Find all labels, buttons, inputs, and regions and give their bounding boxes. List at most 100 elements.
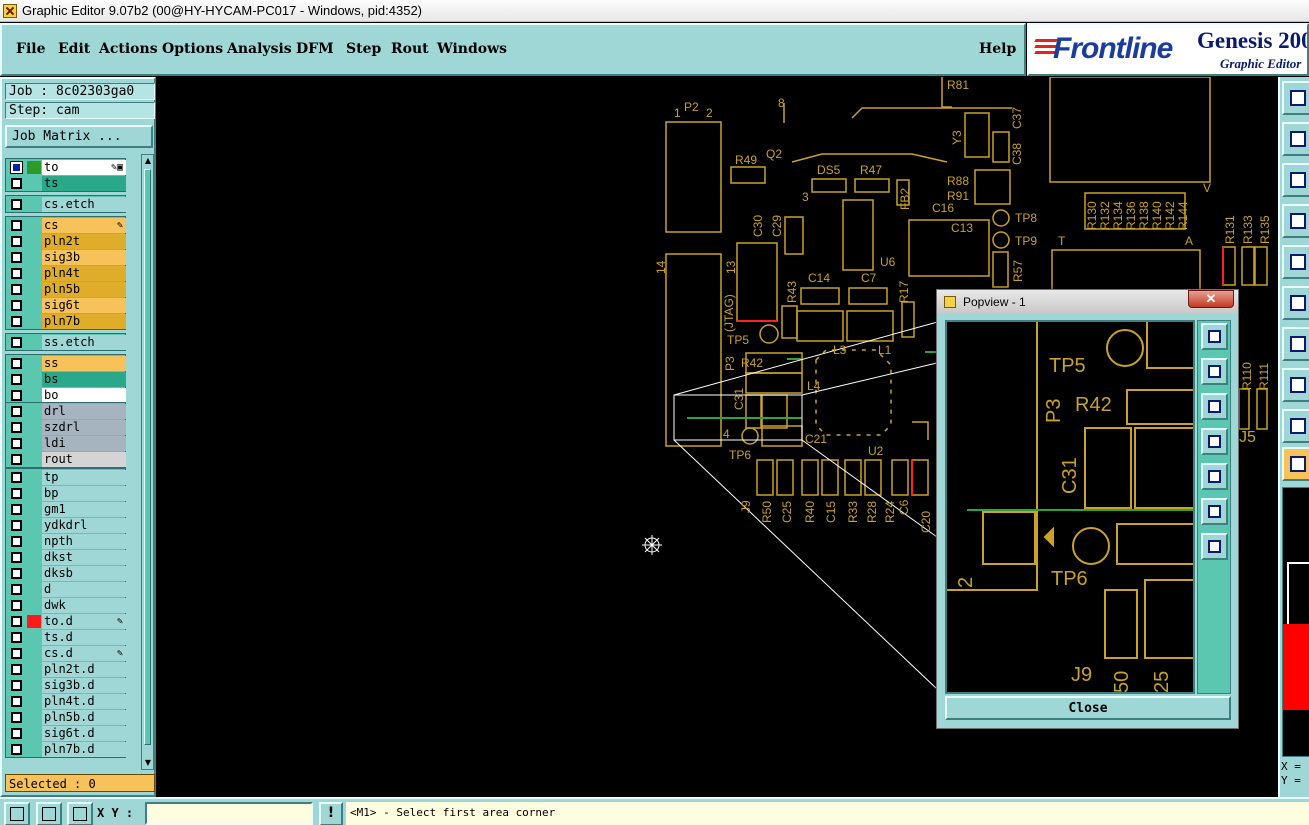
layer-checkbox[interactable]: [11, 422, 22, 433]
layer-name[interactable]: pln7b: [42, 314, 126, 329]
layer-name[interactable]: drl: [42, 404, 126, 419]
layer-checkbox[interactable]: [11, 728, 22, 739]
layer-name[interactable]: to ✎▣: [42, 160, 126, 175]
measure-icon[interactable]: [1282, 327, 1309, 361]
menu-dfm[interactable]: DFM: [296, 41, 334, 57]
layer-row[interactable]: to.d ✎: [6, 614, 127, 629]
layer-name[interactable]: pln7b.d: [42, 742, 126, 757]
layer-name[interactable]: dksb: [42, 566, 126, 581]
layer-row[interactable]: dwk: [6, 598, 127, 613]
layer-name[interactable]: bp: [42, 486, 126, 501]
menu-file[interactable]: File: [16, 41, 45, 57]
popview-pan-up-icon[interactable]: [1201, 358, 1228, 385]
scroll-thumb[interactable]: [144, 169, 151, 745]
layer-row[interactable]: bs: [6, 372, 127, 387]
xy-input[interactable]: [145, 802, 313, 825]
layer-checkbox[interactable]: [10, 161, 23, 174]
layer-row[interactable]: bp: [6, 486, 127, 501]
layer-row[interactable]: sig3b.d: [6, 678, 127, 693]
layer-checkbox[interactable]: [11, 390, 22, 401]
layer-name[interactable]: ts.d: [42, 630, 126, 645]
layer-checkbox[interactable]: [11, 406, 22, 417]
layer-row[interactable]: pln7b.d: [6, 742, 127, 757]
layer-name[interactable]: pln2t.d: [42, 662, 126, 677]
layer-name[interactable]: rout: [42, 452, 126, 467]
layer-name[interactable]: sig3b: [42, 250, 126, 265]
layer-row[interactable]: cs ✎: [6, 218, 127, 233]
layer-row[interactable]: to ✎▣: [6, 160, 127, 175]
layer-row[interactable]: d: [6, 582, 127, 597]
popview-fit-icon[interactable]: [1201, 323, 1228, 350]
layer-checkbox[interactable]: [11, 236, 22, 247]
layer-name[interactable]: pln4t: [42, 266, 126, 281]
layer-name[interactable]: cs ✎: [42, 218, 126, 233]
layer-row[interactable]: bo: [6, 388, 127, 403]
layer-name[interactable]: pln5b: [42, 282, 126, 297]
layer-checkbox[interactable]: [11, 454, 22, 465]
layer-row[interactable]: tp: [6, 470, 127, 485]
feature-select-icon[interactable]: [1282, 368, 1309, 402]
layer-row[interactable]: sig3b: [6, 250, 127, 265]
layer-name[interactable]: bo: [42, 388, 126, 403]
layer-checkbox[interactable]: [11, 438, 22, 449]
layer-name[interactable]: ss: [42, 356, 126, 371]
popview-pan-left-icon[interactable]: [1201, 428, 1228, 455]
layer-row[interactable]: npth: [6, 534, 127, 549]
layer-checkbox[interactable]: [11, 696, 22, 707]
popview-close-button[interactable]: Close: [945, 696, 1231, 720]
warning-button[interactable]: !: [319, 802, 343, 825]
layer-checkbox[interactable]: [11, 680, 22, 691]
layer-checkbox[interactable]: [11, 220, 22, 231]
layer-checkbox[interactable]: [11, 252, 22, 263]
layer-row[interactable]: szdrl: [6, 420, 127, 435]
menu-help[interactable]: Help: [979, 41, 1016, 57]
layer-row[interactable]: ts.d: [6, 630, 127, 645]
layer-checkbox[interactable]: [11, 178, 22, 189]
layer-name[interactable]: ts: [42, 176, 126, 191]
popview-close-icon[interactable]: ✕: [1188, 290, 1234, 308]
layer-row[interactable]: pln2t: [6, 234, 127, 249]
layer-name[interactable]: sig3b.d: [42, 678, 126, 693]
layer-checkbox[interactable]: [11, 616, 22, 627]
layer-row[interactable]: pln5b.d: [6, 710, 127, 725]
scroll-down-icon[interactable]: ▼: [143, 757, 153, 769]
layer-row[interactable]: sig6t.d: [6, 726, 127, 741]
popview-zoom-in-icon[interactable]: [1201, 498, 1228, 525]
layer-checkbox[interactable]: [11, 600, 22, 611]
layer-name[interactable]: sig6t.d: [42, 726, 126, 741]
menu-windows[interactable]: Windows: [437, 41, 507, 57]
layer-checkbox[interactable]: [11, 316, 22, 327]
layer-row[interactable]: drl: [6, 404, 127, 419]
layer-checkbox[interactable]: [11, 300, 22, 311]
layer-checkbox[interactable]: [11, 472, 22, 483]
layer-name[interactable]: dkst: [42, 550, 126, 565]
layer-row[interactable]: sig6t: [6, 298, 127, 313]
layer-checkbox[interactable]: [11, 520, 22, 531]
layer-name[interactable]: gm1: [42, 502, 126, 517]
menu-options[interactable]: Options: [162, 41, 223, 57]
layer-name[interactable]: cs.etch: [42, 197, 126, 212]
layer-row[interactable]: ts: [6, 176, 127, 191]
layer-list-scrollbar[interactable]: ▲ ▼: [141, 154, 154, 770]
layer-name[interactable]: cs.d ✎: [42, 646, 126, 661]
menu-step[interactable]: Step: [346, 41, 381, 57]
pointer-icon[interactable]: [1282, 447, 1309, 481]
popview-zoom-view[interactable]: TP5 P3 R42 C31 2 TP6 J9 50 25: [945, 320, 1195, 694]
layer-row[interactable]: gm1: [6, 502, 127, 517]
zoom-window-icon[interactable]: [1282, 122, 1309, 156]
layer-checkbox[interactable]: [11, 536, 22, 547]
layer-name[interactable]: bs: [42, 372, 126, 387]
layer-checkbox[interactable]: [11, 568, 22, 579]
popview-pan-right-icon[interactable]: [1201, 463, 1228, 490]
layer-checkbox[interactable]: [11, 744, 22, 755]
layer-row[interactable]: pln4t: [6, 266, 127, 281]
layer-row[interactable]: ydkdrl: [6, 518, 127, 533]
net-icon[interactable]: [1282, 286, 1309, 320]
layer-checkbox[interactable]: [11, 584, 22, 595]
menu-actions[interactable]: Actions: [99, 41, 158, 57]
layer-name[interactable]: sig6t: [42, 298, 126, 313]
zoom-fit-icon[interactable]: [1282, 163, 1309, 197]
layer-checkbox[interactable]: [11, 552, 22, 563]
layer-name[interactable]: to.d ✎: [42, 614, 126, 629]
grid-icon[interactable]: [67, 802, 93, 825]
